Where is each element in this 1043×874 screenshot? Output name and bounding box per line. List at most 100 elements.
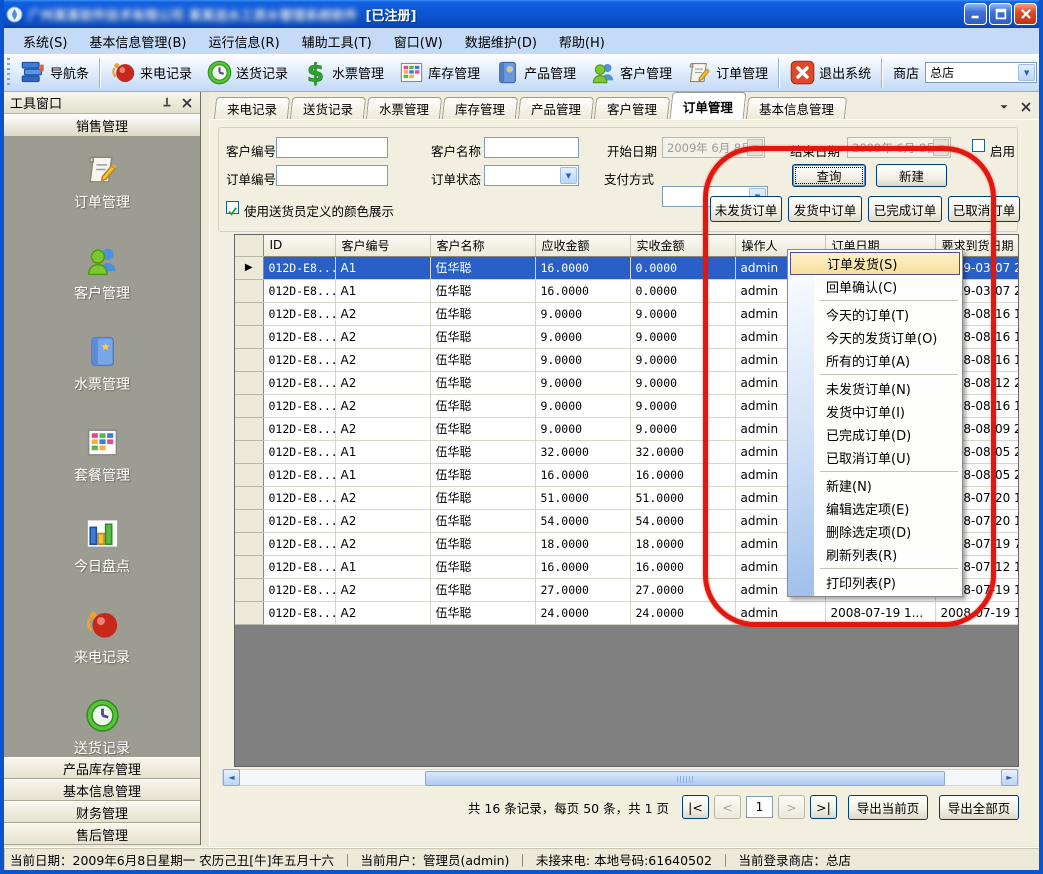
chevron-down-icon[interactable]: ▼ xyxy=(1018,64,1035,81)
sidebar-group-after-sales[interactable]: 售后管理 xyxy=(4,823,200,845)
customer-name-input[interactable] xyxy=(484,137,579,158)
sidebar-item-order[interactable]: 订单管理 xyxy=(74,151,130,212)
cancelled-orders-button[interactable]: 已取消订单 xyxy=(948,196,1020,222)
tab-product[interactable]: 产品管理 xyxy=(518,97,594,119)
new-button[interactable]: 新建 xyxy=(876,164,947,187)
ctx-all-orders[interactable]: 所有的订单(A) xyxy=(788,349,962,372)
pin-icon[interactable] xyxy=(160,96,174,110)
menu-basic-info[interactable]: 基本信息管理(B) xyxy=(78,29,197,54)
row-selector[interactable] xyxy=(235,302,263,325)
ctx-ship-order[interactable]: 订单发货(S) xyxy=(790,252,960,275)
query-button[interactable]: 查询 xyxy=(792,164,866,187)
tab-call-records[interactable]: 来电记录 xyxy=(214,97,290,119)
toolbar-exit[interactable]: 退出系统 xyxy=(782,57,878,88)
end-date-picker[interactable]: 2009年 6月 8日 ▼ xyxy=(847,137,951,158)
page-number-input[interactable]: 1 xyxy=(746,796,773,818)
maximize-button[interactable] xyxy=(989,3,1012,25)
ctx-receipt-confirm[interactable]: 回单确认(C) xyxy=(788,275,962,298)
row-selector[interactable] xyxy=(235,509,263,532)
table-row[interactable]: 012D-E8...A2伍华聪24.000024.0000admin2008-0… xyxy=(235,601,1019,624)
toolbar-product[interactable]: 产品管理 xyxy=(487,57,583,88)
sidebar-item-call-records[interactable]: 来电记录 xyxy=(74,606,130,667)
tab-basic-info[interactable]: 基本信息管理 xyxy=(746,97,847,119)
export-all-pages-button[interactable]: 导出全部页 xyxy=(939,795,1019,820)
toolbar-inventory[interactable]: 库存管理 xyxy=(391,57,487,88)
sidebar-item-package[interactable]: 套餐管理 xyxy=(74,424,130,485)
tab-delivery-records[interactable]: 送货记录 xyxy=(290,97,366,119)
ctx-unshipped-orders[interactable]: 未发货订单(N) xyxy=(788,377,962,400)
start-date-picker[interactable]: 2009年 6月 8日 ▼ xyxy=(662,137,765,158)
tab-list-chevron-icon[interactable] xyxy=(997,99,1011,113)
toolbar-call-records[interactable]: 来电记录 xyxy=(103,57,199,88)
export-current-page-button[interactable]: 导出当前页 xyxy=(848,795,928,820)
toolbar-navigator[interactable]: 导航条 xyxy=(13,57,96,88)
row-selector[interactable] xyxy=(235,279,263,302)
ctx-completed-orders[interactable]: 已完成订单(D) xyxy=(788,423,962,446)
sidebar-group-sales[interactable]: 销售管理 xyxy=(4,114,200,137)
close-icon[interactable] xyxy=(180,96,194,110)
row-selector[interactable] xyxy=(235,532,263,555)
close-button[interactable] xyxy=(1014,3,1037,25)
row-selector[interactable] xyxy=(235,578,263,601)
first-page-button[interactable]: |< xyxy=(682,795,709,819)
tab-close-icon[interactable] xyxy=(1019,99,1033,113)
row-selector[interactable] xyxy=(235,463,263,486)
row-selector[interactable]: ▶ xyxy=(235,256,263,279)
toolbar-delivery-records[interactable]: 送货记录 xyxy=(199,57,295,88)
shipping-orders-button[interactable]: 发货中订单 xyxy=(788,196,862,222)
ctx-new[interactable]: 新建(N) xyxy=(788,474,962,497)
ctx-cancelled-orders[interactable]: 已取消订单(U) xyxy=(788,446,962,469)
sidebar-item-water-ticket[interactable]: 水票管理 xyxy=(74,333,130,394)
menu-runtime-info[interactable]: 运行信息(R) xyxy=(197,29,290,54)
row-selector[interactable] xyxy=(235,348,263,371)
tab-inventory[interactable]: 库存管理 xyxy=(442,97,518,119)
row-selector[interactable] xyxy=(235,486,263,509)
sidebar-group-basic-info[interactable]: 基本信息管理 xyxy=(4,779,200,801)
completed-orders-button[interactable]: 已完成订单 xyxy=(868,196,942,222)
column-header-2[interactable]: 客户名称 xyxy=(430,235,535,256)
tab-customer[interactable]: 客户管理 xyxy=(594,97,670,119)
prev-page-button[interactable]: < xyxy=(714,795,741,819)
order-status-select[interactable]: ▼ xyxy=(484,165,579,186)
next-page-button[interactable]: > xyxy=(778,795,805,819)
menu-window[interactable]: 窗口(W) xyxy=(383,29,454,54)
menu-system[interactable]: 系统(S) xyxy=(12,29,78,54)
row-selector[interactable] xyxy=(235,417,263,440)
sidebar-item-delivery-records[interactable]: 送货记录 xyxy=(74,697,130,757)
minimize-button[interactable] xyxy=(964,3,987,25)
row-selector[interactable] xyxy=(235,440,263,463)
sidebar-group-product-inventory[interactable]: 产品库存管理 xyxy=(4,757,200,779)
last-page-button[interactable]: >| xyxy=(810,795,837,819)
column-header-3[interactable]: 应收金额 xyxy=(535,235,630,256)
toolbar-order[interactable]: 订单管理 xyxy=(679,57,775,88)
tab-water-ticket[interactable]: 水票管理 xyxy=(366,97,442,119)
toolbar-grip[interactable] xyxy=(7,58,10,88)
toolbar-customer[interactable]: 客户管理 xyxy=(583,57,679,88)
unshipped-orders-button[interactable]: 未发货订单 xyxy=(710,196,782,222)
scroll-left-icon[interactable]: ◄ xyxy=(223,769,240,786)
toolbar-water-ticket[interactable]: $水票管理 xyxy=(295,57,391,88)
ctx-today-ship-orders[interactable]: 今天的发货订单(O) xyxy=(788,326,962,349)
horizontal-scrollbar[interactable]: ◄ ► xyxy=(222,769,1019,786)
customer-no-input[interactable] xyxy=(276,137,388,158)
shop-select[interactable]: 总店 ▼ xyxy=(925,62,1037,83)
menu-tools[interactable]: 辅助工具(T) xyxy=(291,29,383,54)
ctx-delete-selected[interactable]: 删除选定项(D) xyxy=(788,520,962,543)
enable-date-checkbox[interactable] xyxy=(972,139,985,152)
scroll-right-icon[interactable]: ► xyxy=(1001,769,1018,786)
scrollbar-thumb[interactable] xyxy=(425,771,945,786)
row-selector[interactable] xyxy=(235,555,263,578)
column-header-4[interactable]: 实收金额 xyxy=(630,235,735,256)
ctx-refresh-list[interactable]: 刷新列表(R) xyxy=(788,543,962,566)
ctx-print-list[interactable]: 打印列表(P) xyxy=(788,571,962,594)
menu-help[interactable]: 帮助(H) xyxy=(548,29,616,54)
chevron-down-icon[interactable]: ▼ xyxy=(560,167,577,184)
sidebar-item-customer[interactable]: 客户管理 xyxy=(74,242,130,303)
row-selector[interactable] xyxy=(235,394,263,417)
sidebar-group-finance[interactable]: 财务管理 xyxy=(4,801,200,823)
ctx-today-orders[interactable]: 今天的订单(T) xyxy=(788,303,962,326)
column-header-0[interactable]: ID xyxy=(263,235,335,256)
color-display-checkbox[interactable] xyxy=(226,201,239,214)
tab-order[interactable]: 订单管理 xyxy=(670,92,747,119)
ctx-edit-selected[interactable]: 编辑选定项(E) xyxy=(788,497,962,520)
